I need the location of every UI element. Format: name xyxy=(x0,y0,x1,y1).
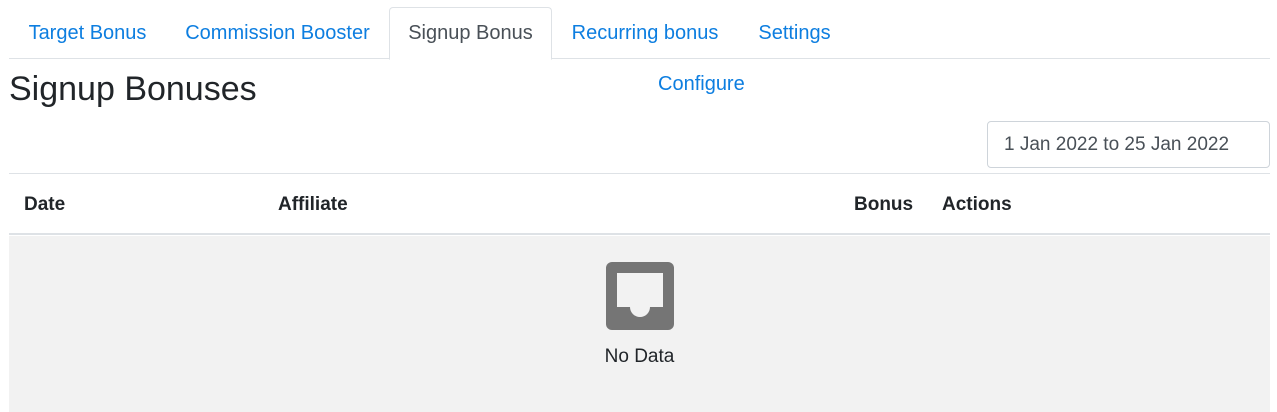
tab-target-bonus[interactable]: Target Bonus xyxy=(9,7,166,59)
tab-signup-bonus[interactable]: Signup Bonus xyxy=(389,7,552,60)
column-header-affiliate: Affiliate xyxy=(278,193,348,215)
date-range-value: 1 Jan 2022 to 25 Jan 2022 xyxy=(1004,133,1230,155)
page-title: Signup Bonuses xyxy=(9,70,257,108)
column-header-bonus: Bonus xyxy=(854,193,914,215)
table-header: Date Affiliate Bonus Actions xyxy=(9,174,1270,235)
column-header-actions: Actions xyxy=(942,193,1012,215)
tab-settings[interactable]: Settings xyxy=(738,7,851,59)
column-header-date: Date xyxy=(24,193,66,215)
inbox-icon xyxy=(606,262,674,330)
tab-bar: Target Bonus Commission Booster Signup B… xyxy=(9,7,1270,60)
configure-link[interactable]: Configure xyxy=(658,73,745,96)
empty-state-text: No Data xyxy=(604,346,675,367)
tab-commission-booster[interactable]: Commission Booster xyxy=(166,7,389,59)
tab-recurring-bonus[interactable]: Recurring bonus xyxy=(552,7,738,59)
empty-state: No Data xyxy=(9,236,1270,412)
date-range-picker[interactable]: 1 Jan 2022 to 25 Jan 2022 xyxy=(987,121,1270,168)
